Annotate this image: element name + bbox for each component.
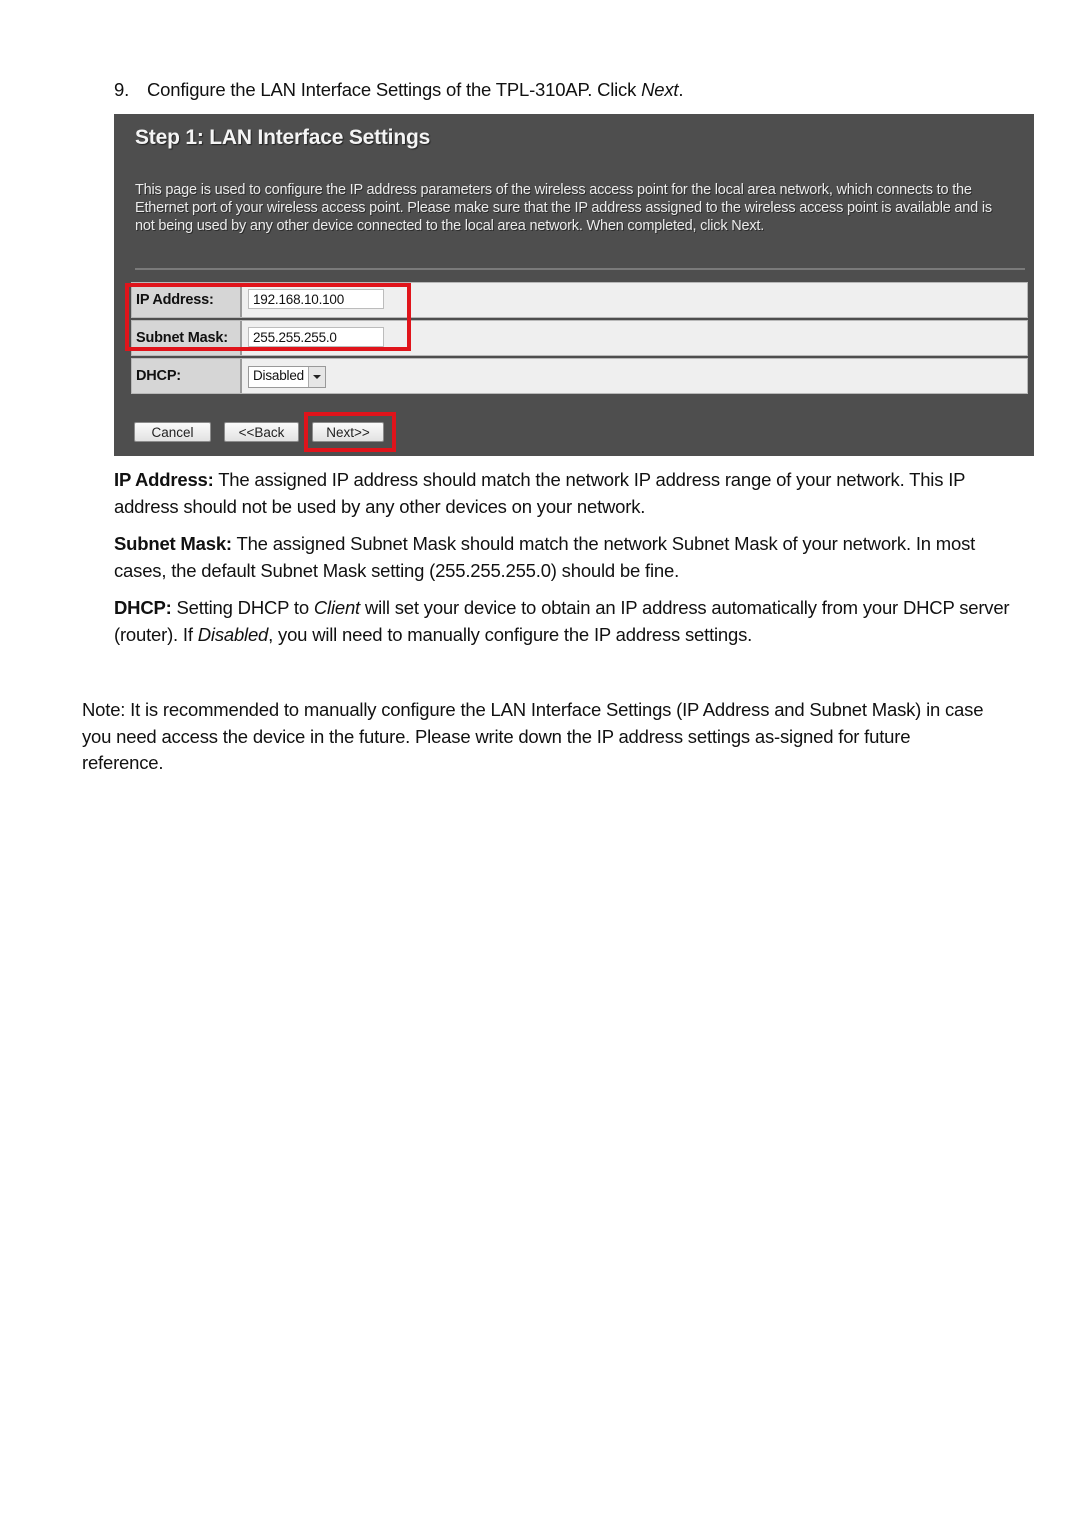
- subnet-mask-label: Subnet Mask:: [132, 321, 242, 355]
- ip-address-description: IP Address: The assigned IP address shou…: [114, 467, 1014, 520]
- dhcp-row: DHCP: Disabled: [131, 358, 1028, 394]
- step-text-end: .: [678, 79, 684, 100]
- divider: [135, 268, 1025, 270]
- subnet-mask-text: The assigned Subnet Mask should match th…: [114, 533, 976, 581]
- dhcp-text-3: , you will need to manually configure th…: [268, 623, 753, 645]
- cancel-button[interactable]: Cancel: [134, 422, 211, 442]
- dhcp-text-client: Client: [313, 597, 360, 618]
- settings-form: IP Address: 192.168.10.100 Subnet Mask: …: [131, 282, 1028, 396]
- dhcp-selected-value: Disabled: [253, 368, 304, 383]
- subnet-mask-term: Subnet Mask:: [114, 533, 232, 554]
- dhcp-description: DHCP: Setting DHCP to Client will set yo…: [114, 595, 1014, 648]
- subnet-mask-input[interactable]: 255.255.255.0: [248, 327, 384, 347]
- dhcp-text-1: Setting DHCP to: [171, 597, 314, 618]
- subnet-mask-description: Subnet Mask: The assigned Subnet Mask sh…: [114, 531, 1014, 584]
- step-text: Configure the LAN Interface Settings of …: [147, 79, 642, 100]
- panel-title: Step 1: LAN Interface Settings: [135, 126, 431, 149]
- panel-description: This page is used to configure the IP ad…: [135, 182, 992, 234]
- back-button[interactable]: <<Back: [224, 422, 299, 442]
- step-instruction: 9. Configure the LAN Interface Settings o…: [114, 79, 683, 101]
- dhcp-term: DHCP:: [114, 597, 172, 618]
- ip-address-text: The assigned IP address should match the…: [114, 469, 965, 517]
- ip-address-row: IP Address: 192.168.10.100: [131, 282, 1028, 318]
- chevron-down-icon[interactable]: [307, 367, 325, 387]
- dhcp-text-disabled: Disabled: [197, 623, 269, 645]
- dhcp-select[interactable]: Disabled: [248, 366, 326, 388]
- next-button[interactable]: Next>>: [312, 422, 384, 442]
- subnet-mask-row: Subnet Mask: 255.255.255.0: [131, 320, 1028, 356]
- lan-settings-screenshot: Step 1: LAN Interface Settings This page…: [114, 114, 1034, 456]
- step-text-next: Next: [641, 79, 679, 100]
- note-paragraph: Note: It is recommended to manually conf…: [82, 699, 984, 773]
- ip-address-term: IP Address:: [114, 469, 214, 490]
- ip-address-input[interactable]: 192.168.10.100: [248, 289, 384, 309]
- dhcp-label: DHCP:: [132, 359, 242, 393]
- step-number: 9.: [114, 79, 130, 100]
- ip-address-label: IP Address:: [132, 283, 242, 317]
